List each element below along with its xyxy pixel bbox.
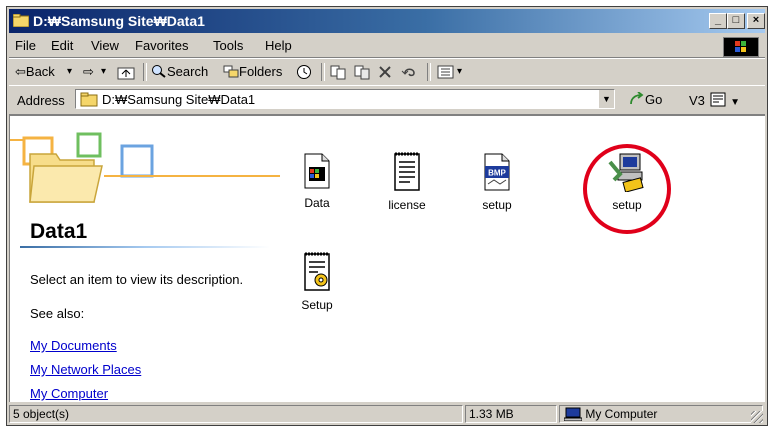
window-title: D:₩Samsung Site₩Data1 (33, 13, 205, 29)
back-button[interactable]: ⇦Back (15, 64, 55, 80)
menu-view[interactable]: View (91, 38, 119, 53)
views-button[interactable] (437, 64, 455, 83)
status-bar: 5 object(s) 1.33 MB My Computer (9, 403, 765, 425)
text-document-icon (394, 152, 420, 191)
history-icon (297, 65, 311, 79)
folder-icon (80, 92, 98, 107)
address-value: D:₩Samsung Site₩Data1 (102, 92, 256, 107)
file-icon (304, 153, 330, 189)
web-view-pane: Data1 Select an item to view its descrip… (10, 116, 280, 402)
search-label: Search (167, 64, 209, 79)
menu-file[interactable]: File (15, 38, 36, 53)
status-object-count: 5 object(s) (9, 405, 463, 423)
file-name: license (388, 198, 426, 212)
menu-tools[interactable]: Tools (213, 38, 243, 53)
menu-favorites[interactable]: Favorites (135, 38, 188, 53)
toolbar-separator (143, 63, 147, 81)
minimize-button[interactable]: _ (709, 13, 727, 29)
address-label: Address (17, 93, 65, 108)
views-icon (437, 65, 454, 79)
address-bar: Address D:₩Samsung Site₩Data1 ▼ Go V3 ▼ (9, 85, 765, 115)
maximize-button[interactable]: □ (727, 13, 745, 29)
forward-button[interactable]: ⇨ (83, 64, 94, 80)
toolbar-separator (427, 63, 431, 81)
copy-to-button[interactable] (353, 64, 371, 83)
v3-shield-icon (710, 92, 726, 107)
file-name: Setup (301, 298, 333, 312)
folder-title: Data1 (30, 220, 88, 243)
link-my-documents[interactable]: My Documents (30, 338, 117, 353)
file-name: setup (482, 198, 512, 212)
v3-antivirus-button[interactable]: V3 ▼ (689, 92, 740, 108)
search-button[interactable]: Search (151, 64, 208, 79)
link-my-computer[interactable]: My Computer (30, 386, 108, 401)
undo-button[interactable] (401, 64, 419, 83)
title-bar[interactable]: D:₩Samsung Site₩Data1 _ □ × (9, 9, 765, 33)
v3-label: V3 (689, 93, 705, 108)
file-item[interactable]: Data (282, 152, 352, 232)
content-area: Data1 Select an item to view its descrip… (9, 115, 765, 402)
forward-dropdown-arrow[interactable]: ▾ (101, 66, 106, 77)
move-to-icon (330, 65, 346, 80)
go-arrow-icon (630, 91, 644, 105)
up-folder-button[interactable] (117, 64, 135, 83)
status-zone: My Computer (559, 405, 763, 423)
svg-text:BMP: BMP (488, 169, 506, 178)
v3-dropdown-arrow[interactable]: ▼ (730, 97, 740, 108)
folders-icon (223, 65, 239, 78)
title-divider (20, 246, 270, 248)
delete-x-icon (379, 66, 391, 78)
folder-icon (13, 14, 29, 27)
status-size: 1.33 MB (465, 405, 557, 423)
bitmap-icon: BMP (484, 153, 510, 191)
resize-grip[interactable] (751, 411, 763, 423)
file-item[interactable]: Setup (282, 252, 352, 332)
go-button[interactable]: Go (629, 91, 663, 107)
status-location: My Computer (585, 407, 658, 421)
explorer-window: D:₩Samsung Site₩Data1 _ □ × File Edit Vi… (6, 6, 768, 426)
copy-to-icon (354, 65, 370, 80)
file-name: Data (304, 196, 330, 210)
windows-logo-icon (723, 37, 759, 57)
file-item[interactable]: license (372, 152, 442, 232)
menu-help[interactable]: Help (265, 38, 292, 53)
history-button[interactable] (295, 64, 313, 83)
link-my-network-places[interactable]: My Network Places (30, 362, 141, 377)
highlight-circle (583, 144, 671, 234)
up-folder-icon (117, 67, 135, 80)
menu-bar: File Edit View Favorites Tools Help (9, 35, 765, 58)
menu-edit[interactable]: Edit (51, 38, 73, 53)
search-icon (152, 65, 166, 78)
close-button[interactable]: × (747, 13, 765, 29)
see-also-label: See also: (30, 306, 85, 321)
delete-button[interactable] (377, 64, 393, 83)
toolbar-separator (321, 63, 325, 81)
folder-banner-graphic (10, 116, 280, 216)
file-item[interactable]: BMP setup (462, 152, 532, 232)
move-to-button[interactable] (329, 64, 347, 83)
my-computer-icon (563, 407, 583, 422)
config-settings-icon (304, 252, 330, 291)
back-dropdown-arrow[interactable]: ▾ (67, 66, 72, 77)
undo-icon (401, 68, 415, 77)
views-dropdown-arrow[interactable]: ▾ (457, 66, 462, 77)
go-label: Go (645, 92, 663, 107)
address-dropdown-button[interactable]: ▼ (598, 90, 614, 108)
folders-label: Folders (239, 64, 283, 79)
folders-button[interactable]: Folders (223, 64, 282, 79)
selection-description: Select an item to view its description. (30, 272, 244, 287)
address-input[interactable]: D:₩Samsung Site₩Data1 ▼ (75, 89, 615, 109)
standard-toolbar: ⇦Back ▾ ⇨ ▾ Search Folders ▾ (9, 58, 765, 86)
